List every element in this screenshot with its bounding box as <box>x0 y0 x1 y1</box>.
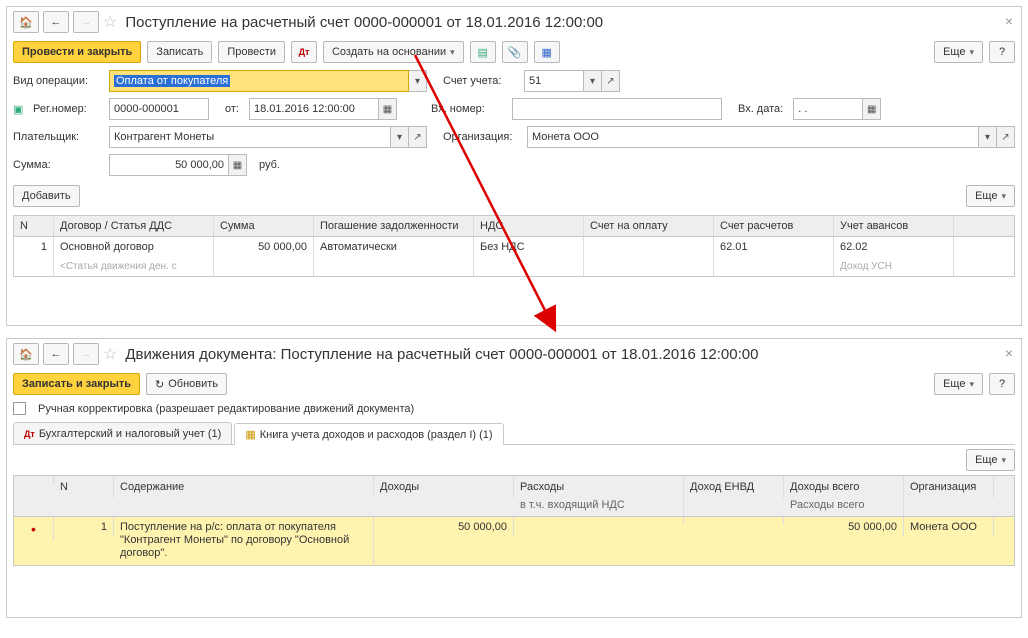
table-row-sub: <Статья движения ден. с Доход УСН <box>14 257 1014 276</box>
print-icon[interactable]: ▤ <box>470 41 496 63</box>
lines-table: N Договор / Статья ДДС Сумма Погашение з… <box>13 215 1015 277</box>
op-type-label: Вид операции: <box>13 75 103 87</box>
account-field[interactable]: 51 <box>524 70 584 92</box>
refresh-button[interactable]: ↻Обновить <box>146 373 227 395</box>
manual-edit-checkbox[interactable] <box>13 402 26 415</box>
favorite-icon[interactable]: ☆ <box>103 12 117 32</box>
extdate-field[interactable]: . . <box>793 98 863 120</box>
forward-button[interactable]: → <box>73 11 99 33</box>
dropdown-icon[interactable]: ▾ <box>584 70 602 92</box>
close-icon[interactable]: × <box>1005 13 1013 29</box>
main-toolbar: Провести и закрыть Записать Провести Дт … <box>7 37 1021 67</box>
dropdown-icon[interactable]: ▾ <box>391 126 409 148</box>
window-title: Поступление на расчетный счет 0000-00000… <box>125 14 603 31</box>
table-row[interactable]: • 1 Поступление на р/с: оплата от покупа… <box>14 517 1014 565</box>
dropdown-icon[interactable]: ▾ <box>979 126 997 148</box>
post-and-close-button[interactable]: Провести и закрыть <box>13 41 141 63</box>
payer-label: Плательщик: <box>13 131 103 143</box>
report-icon[interactable]: ▦ <box>534 41 560 63</box>
titlebar: 🏠 ← → ☆ Движения документа: Поступление … <box>7 339 1021 369</box>
more-button[interactable]: Еще <box>966 185 1015 207</box>
calc-icon[interactable]: ▦ <box>229 154 247 176</box>
currency-label: руб. <box>259 159 280 171</box>
table-row[interactable]: 1 Основной договор 50 000,00 Автоматичес… <box>14 237 1014 257</box>
more-button[interactable]: Еще <box>966 449 1015 471</box>
save-button[interactable]: Записать <box>147 41 212 63</box>
calendar-icon[interactable]: ▦ <box>863 98 881 120</box>
table-header: N Содержание Доходы Расходы в т.ч. входя… <box>14 476 1014 517</box>
book-icon: ▦ <box>245 428 255 441</box>
forward-button[interactable]: → <box>73 343 99 365</box>
open-icon[interactable]: ↗ <box>602 70 620 92</box>
save-and-close-button[interactable]: Записать и закрыть <box>13 373 140 395</box>
back-button[interactable]: ← <box>43 343 69 365</box>
tabs: ДтБухгалтерский и налоговый учет (1) ▦Кн… <box>7 418 1021 444</box>
org-field[interactable]: Монета ООО <box>527 126 979 148</box>
extnum-label: Вх. номер: <box>431 103 506 115</box>
more-button[interactable]: Еще <box>934 41 983 63</box>
help-icon[interactable]: ? <box>989 41 1015 63</box>
back-button[interactable]: ← <box>43 11 69 33</box>
post-button[interactable]: Провести <box>218 41 285 63</box>
reg-icon: ▣ <box>13 103 27 116</box>
attach-icon[interactable]: 📎 <box>502 41 528 63</box>
more-button[interactable]: Еще <box>934 373 983 395</box>
tab-income-book[interactable]: ▦Книга учета доходов и расходов (раздел … <box>234 423 503 445</box>
payer-field[interactable]: Контрагент Монеты <box>109 126 391 148</box>
account-label: Счет учета: <box>443 75 518 87</box>
org-label: Организация: <box>443 131 521 143</box>
main-toolbar: Записать и закрыть ↻Обновить Еще ? <box>7 369 1021 399</box>
calendar-icon[interactable]: ▦ <box>379 98 397 120</box>
dt-kt-icon[interactable]: Дт <box>291 41 317 63</box>
tab-accounting[interactable]: ДтБухгалтерский и налоговый учет (1) <box>13 422 232 444</box>
manual-edit-label: Ручная корректировка (разрешает редактир… <box>38 403 414 415</box>
dropdown-icon[interactable]: ▾ <box>409 70 427 92</box>
close-icon[interactable]: × <box>1005 345 1013 361</box>
sum-field[interactable]: 50 000,00 <box>109 154 229 176</box>
home-button[interactable]: 🏠 <box>13 11 39 33</box>
dt-kt-icon: Дт <box>24 429 35 439</box>
add-button[interactable]: Добавить <box>13 185 80 207</box>
movements-table: N Содержание Доходы Расходы в т.ч. входя… <box>13 475 1015 566</box>
window-movements: × 🏠 ← → ☆ Движения документа: Поступлени… <box>6 338 1022 618</box>
window-title: Движения документа: Поступление на расче… <box>125 346 758 363</box>
regnum-field[interactable]: 0000-000001 <box>109 98 209 120</box>
titlebar: 🏠 ← → ☆ Поступление на расчетный счет 00… <box>7 7 1021 37</box>
help-icon[interactable]: ? <box>989 373 1015 395</box>
regnum-label: Рег.номер: <box>33 103 103 115</box>
date-field[interactable]: 18.01.2016 12:00:00 <box>249 98 379 120</box>
table-header: N Договор / Статья ДДС Сумма Погашение з… <box>14 216 1014 237</box>
extdate-label: Вх. дата: <box>738 103 783 115</box>
open-icon[interactable]: ↗ <box>409 126 427 148</box>
date-label: от: <box>225 103 239 115</box>
home-button[interactable]: 🏠 <box>13 343 39 365</box>
op-type-field[interactable]: Оплата от покупателя <box>109 70 409 92</box>
window-receipt: × 🏠 ← → ☆ Поступление на расчетный счет … <box>6 6 1022 326</box>
sum-label: Сумма: <box>13 159 103 171</box>
extnum-field[interactable] <box>512 98 722 120</box>
refresh-icon: ↻ <box>155 378 164 391</box>
open-icon[interactable]: ↗ <box>997 126 1015 148</box>
favorite-icon[interactable]: ☆ <box>103 344 117 364</box>
create-based-button[interactable]: Создать на основании <box>323 41 464 63</box>
